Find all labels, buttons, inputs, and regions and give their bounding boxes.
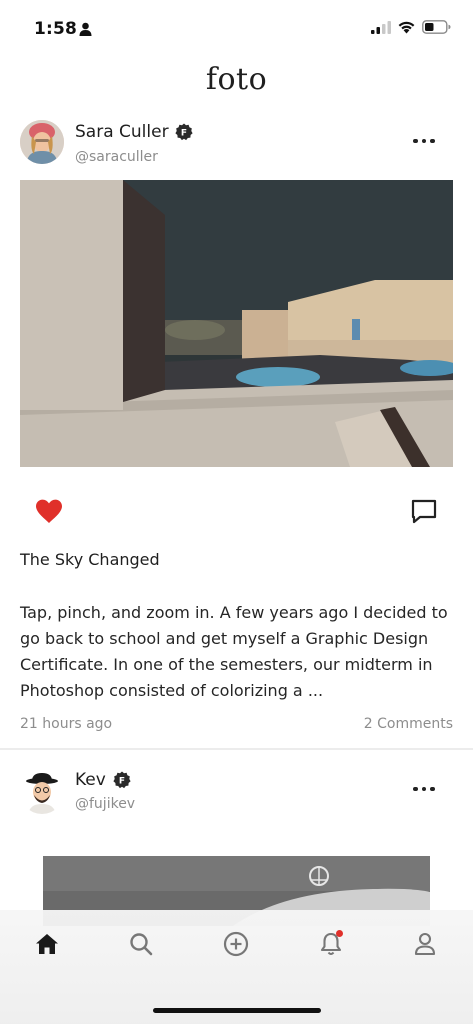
wifi-icon bbox=[398, 21, 415, 34]
more-options-button[interactable] bbox=[409, 131, 439, 151]
notification-dot bbox=[336, 930, 343, 937]
dot bbox=[430, 138, 435, 144]
cellular-signal-icon bbox=[371, 20, 391, 34]
comment-icon[interactable] bbox=[410, 498, 438, 524]
author-name[interactable]: Sara Culler bbox=[75, 122, 169, 142]
add-icon bbox=[223, 931, 249, 957]
tab-notifications[interactable] bbox=[317, 930, 345, 958]
tab-create[interactable] bbox=[222, 930, 250, 958]
status-time: 1:58 bbox=[34, 19, 78, 39]
author-handle[interactable]: @saraculler bbox=[75, 149, 158, 165]
avatar-image bbox=[20, 120, 64, 164]
person-icon bbox=[79, 22, 92, 36]
like-heart-icon[interactable] bbox=[34, 498, 64, 524]
comments-link[interactable]: 2 Comments bbox=[364, 716, 453, 732]
home-icon bbox=[36, 934, 58, 954]
post-title: The Sky Changed bbox=[20, 550, 160, 569]
post-timestamp: 21 hours ago bbox=[20, 716, 113, 732]
home-indicator[interactable] bbox=[153, 1008, 321, 1013]
tab-search[interactable] bbox=[127, 930, 155, 958]
search-icon bbox=[130, 933, 153, 956]
verified-badge-label: F bbox=[119, 777, 125, 787]
dot bbox=[413, 138, 418, 144]
post-photo bbox=[20, 180, 453, 467]
dot bbox=[421, 138, 427, 144]
dot bbox=[413, 786, 418, 792]
dot bbox=[430, 786, 435, 792]
battery-icon bbox=[422, 20, 451, 34]
more-options-button[interactable] bbox=[409, 779, 439, 799]
post-header: Kev F @fujikev bbox=[0, 766, 473, 826]
avatar[interactable] bbox=[20, 120, 64, 164]
post-image[interactable] bbox=[20, 180, 453, 467]
avatar-image bbox=[20, 770, 64, 814]
dot bbox=[421, 786, 427, 792]
author-handle[interactable]: @fujikev bbox=[75, 796, 135, 812]
verified-badge-icon: F bbox=[175, 123, 193, 141]
status-indicators bbox=[371, 20, 451, 34]
verified-badge-icon: F bbox=[113, 771, 131, 789]
tab-profile[interactable] bbox=[411, 930, 439, 958]
post-divider bbox=[0, 748, 473, 750]
tab-home[interactable] bbox=[33, 930, 61, 958]
tab-bar bbox=[0, 910, 473, 1024]
post-header: Sara Culler F @saraculler bbox=[0, 116, 473, 176]
author-name[interactable]: Kev bbox=[75, 770, 106, 790]
app-title: foto bbox=[205, 62, 268, 97]
verified-badge-label: F bbox=[181, 129, 187, 139]
profile-icon bbox=[414, 932, 436, 956]
avatar[interactable] bbox=[20, 770, 64, 814]
status-bar: 1:58 bbox=[0, 0, 473, 56]
post-body[interactable]: Tap, pinch, and zoom in. A few years ago… bbox=[20, 600, 460, 704]
